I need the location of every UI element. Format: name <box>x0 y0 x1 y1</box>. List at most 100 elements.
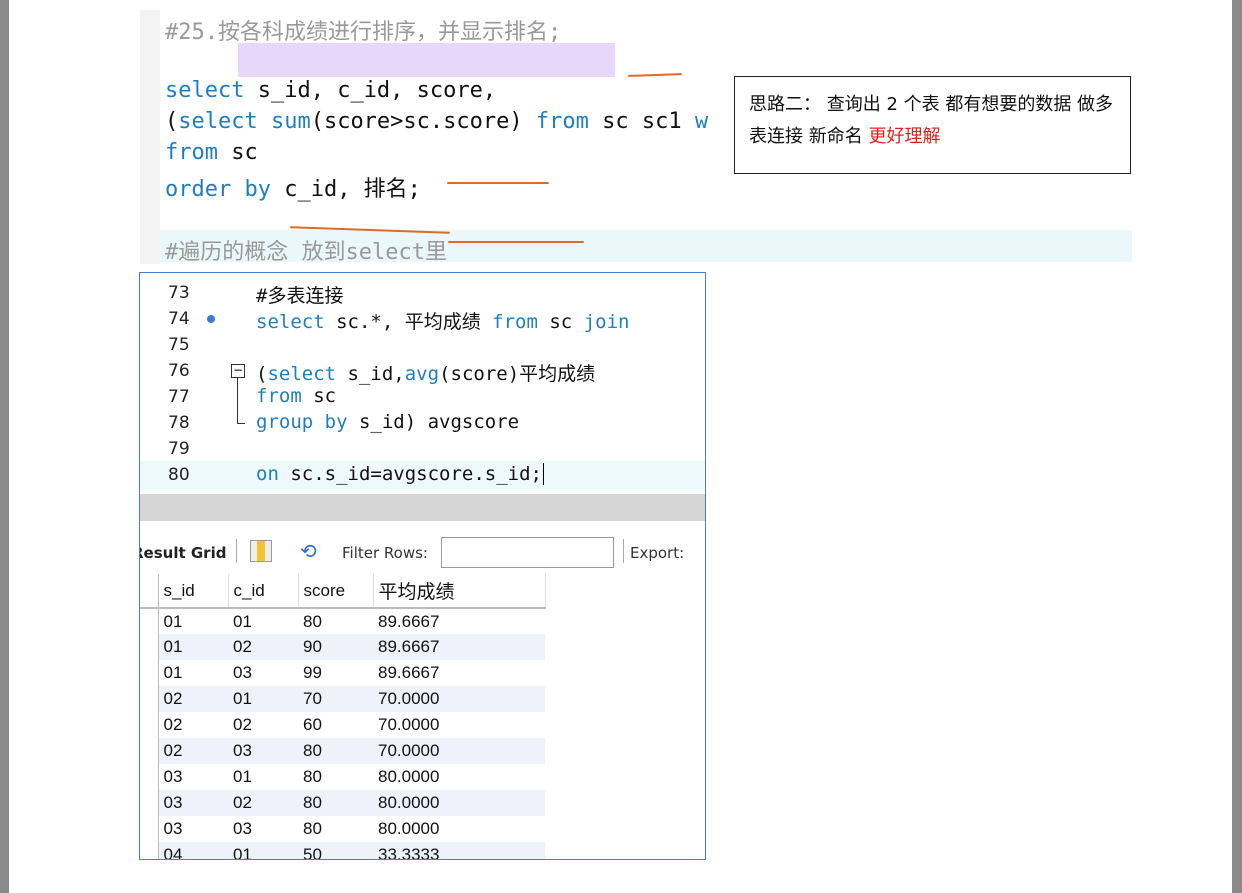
table-cell[interactable]: 02 <box>228 712 298 738</box>
code-comment: #多表连接 <box>256 285 344 307</box>
table-cell[interactable]: 99 <box>298 660 373 686</box>
table-row[interactable]: 01 01 80 89.6667 <box>140 608 545 634</box>
table-cell[interactable]: 80 <box>298 764 373 790</box>
table-cell[interactable]: 70.0000 <box>373 712 545 738</box>
table-cell[interactable]: 70 <box>298 686 373 712</box>
txt: sc sc1 <box>588 109 695 134</box>
table-cell[interactable]: 02 <box>158 712 228 738</box>
table-cell[interactable]: 01 <box>158 660 228 686</box>
row-selector[interactable] <box>140 816 159 842</box>
code-line: (select sum(score>sc.score) from sc sc1 … <box>165 109 708 134</box>
txt: (score>sc.score) <box>310 109 536 134</box>
txt: sc <box>301 385 337 407</box>
code-line: from sc <box>165 140 258 165</box>
table-row[interactable]: 02 02 60 70.0000 <box>140 712 545 738</box>
grid-layout-icon[interactable] <box>250 540 272 562</box>
row-selector[interactable] <box>140 608 159 634</box>
table-cell[interactable]: 02 <box>228 634 298 660</box>
table-cell[interactable]: 80.0000 <box>373 764 545 790</box>
row-selector[interactable] <box>140 738 159 764</box>
table-cell[interactable]: 80.0000 <box>373 790 545 816</box>
table-cell[interactable]: 03 <box>158 816 228 842</box>
table-cell[interactable]: 80 <box>298 790 373 816</box>
line-number: 78 <box>168 413 190 433</box>
row-selector[interactable] <box>140 790 159 816</box>
table-row[interactable]: 01 03 99 89.6667 <box>140 660 545 686</box>
page-edge-right <box>1232 0 1242 893</box>
row-selector[interactable] <box>140 842 159 859</box>
table-row[interactable]: 04 01 50 33.3333 <box>140 842 545 859</box>
table-cell[interactable]: 01 <box>228 842 298 859</box>
kw: from <box>492 311 538 333</box>
table-cell[interactable]: 80 <box>298 816 373 842</box>
table-cell[interactable]: 01 <box>228 608 298 634</box>
kw: group by <box>256 411 348 433</box>
row-selector[interactable] <box>140 634 159 660</box>
table-cell[interactable]: 01 <box>228 686 298 712</box>
table-row[interactable]: 03 03 80 80.0000 <box>140 816 545 842</box>
table-cell[interactable]: 03 <box>158 790 228 816</box>
table-cell[interactable]: 80 <box>298 738 373 764</box>
column-header-avg[interactable]: 平均成绩 <box>373 574 546 609</box>
splitter-bar[interactable] <box>140 494 705 521</box>
table-cell[interactable]: 02 <box>228 790 298 816</box>
filter-rows-input[interactable] <box>441 537 614 568</box>
table-cell[interactable]: 01 <box>158 634 228 660</box>
row-selector[interactable] <box>140 764 159 790</box>
fold-bracket <box>237 378 245 424</box>
table-cell[interactable]: 89.6667 <box>373 660 545 686</box>
table-cell[interactable]: 70.0000 <box>373 738 545 764</box>
table-cell[interactable]: 90 <box>298 634 373 660</box>
txt: c_id, 排名; <box>270 177 421 202</box>
table-cell[interactable]: 03 <box>158 764 228 790</box>
export-label[interactable]: Export: <box>630 544 684 562</box>
note-highlight: 更好理解 <box>868 126 941 147</box>
table-cell[interactable]: 03 <box>228 816 298 842</box>
table-row[interactable]: 02 01 70 70.0000 <box>140 686 545 712</box>
code-line: on sc.s_id=avgscore.s_id; <box>256 463 544 485</box>
row-selector[interactable] <box>140 686 159 712</box>
table-cell[interactable]: 02 <box>158 686 228 712</box>
column-header-score[interactable]: score <box>298 574 374 609</box>
table-cell[interactable]: 02 <box>158 738 228 764</box>
table-row[interactable]: 01 02 90 89.6667 <box>140 634 545 660</box>
table-cell[interactable]: 80.0000 <box>373 816 545 842</box>
table-row[interactable]: 03 02 80 80.0000 <box>140 790 545 816</box>
table-cell[interactable]: 50 <box>298 842 373 859</box>
table-row[interactable]: 03 01 80 80.0000 <box>140 764 545 790</box>
highlight-mark <box>238 43 615 77</box>
row-selector[interactable] <box>140 660 159 686</box>
column-header-s_id[interactable]: s_id <box>158 574 229 609</box>
table-row[interactable]: 02 03 80 70.0000 <box>140 738 545 764</box>
txt: ( <box>256 363 268 385</box>
note-box: 思路二： 查询出 2 个表 都有想要的数据 做多表连接 新命名 更好理解 <box>734 76 1131 174</box>
breakpoint-dot-icon[interactable] <box>207 315 215 323</box>
table-cell[interactable]: 33.3333 <box>373 842 545 859</box>
refresh-icon[interactable]: ⟲ <box>300 539 317 563</box>
table-cell[interactable]: 04 <box>158 842 228 859</box>
code-line: group by s_id) avgscore <box>256 411 519 433</box>
table-cell[interactable]: 01 <box>228 764 298 790</box>
txt: sc <box>537 311 584 333</box>
table-cell[interactable]: 01 <box>158 608 228 634</box>
table-cell[interactable]: 89.6667 <box>373 608 545 634</box>
table-cell[interactable]: 60 <box>298 712 373 738</box>
row-selector[interactable] <box>140 712 159 738</box>
fold-collapse-icon[interactable]: − <box>231 364 245 378</box>
table-cell[interactable]: 70.0000 <box>373 686 545 712</box>
table-cell[interactable]: 89.6667 <box>373 634 545 660</box>
column-header-c_id[interactable]: c_id <box>228 574 299 609</box>
table-cell[interactable]: 80 <box>298 608 373 634</box>
result-grid-tab[interactable]: Result Grid <box>140 544 226 562</box>
txt: s_id) avgscore <box>347 411 520 433</box>
table-cell[interactable]: 03 <box>228 738 298 764</box>
txt: sc <box>217 140 258 165</box>
text-cursor <box>543 463 544 485</box>
code-line: order by c_id, 排名; <box>165 171 421 203</box>
txt: sc.*, 平均成绩 <box>324 311 493 333</box>
kw: from <box>535 109 589 134</box>
sql-editor-panel: 73 74 75 76 77 78 79 80 − #多表连接 select s… <box>139 272 706 860</box>
kw: select <box>165 78 245 103</box>
table-cell[interactable]: 03 <box>228 660 298 686</box>
line-number: 76 <box>168 361 190 381</box>
